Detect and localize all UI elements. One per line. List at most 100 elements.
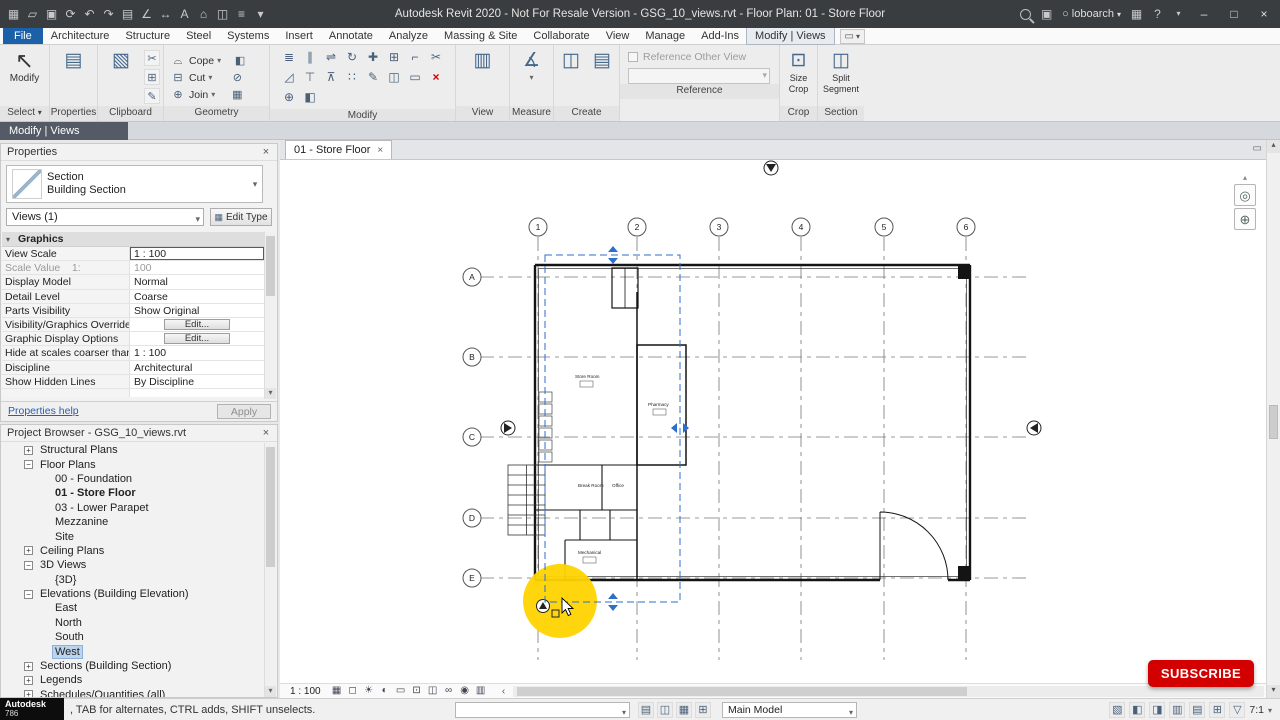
help-icon[interactable]: ? [1148,3,1167,25]
panel-label-properties[interactable]: Properties [50,106,97,121]
scrollbar-thumb[interactable] [266,447,275,567]
array-icon[interactable]: ∷ [342,68,362,87]
duplicate-view-button[interactable]: ◫ [557,49,585,73]
tab-insert[interactable]: Insert [277,28,321,44]
offset-icon[interactable]: ∥ [300,48,320,67]
vertical-scrollbar[interactable]: ▴ ▾ [1266,140,1280,698]
vscroll-thumb[interactable] [1269,405,1278,439]
visual-style-icon[interactable]: ◻ [345,684,361,698]
discipline-value[interactable]: Architectural [130,361,264,374]
shadows-icon[interactable]: ◐ [377,684,393,698]
scroll-down-icon[interactable]: ▾ [265,388,276,399]
reveal-hidden-elements-icon[interactable]: ◉ [457,684,473,698]
paint-icon[interactable]: ◧ [232,53,248,69]
split-segment-button[interactable]: ◫ Split Segment [820,49,862,95]
scrollbar-thumb[interactable] [266,236,275,296]
room-tags[interactable]: Store Room Pharmacy Break Room Office Me… [575,374,669,564]
tree-item-3d-views[interactable]: −3D Views [1,558,264,572]
crop-region[interactable] [544,246,689,611]
scale-icon[interactable]: ◿ [279,68,299,87]
detail-level-icon[interactable]: ▦ [329,684,345,698]
design-options-icon[interactable]: ▦ [676,702,692,718]
crop-view-icon[interactable]: ⊡ [409,684,425,698]
text-icon[interactable]: A [175,3,194,25]
scroll-down-icon[interactable]: ▾ [265,686,276,697]
tree-item-01-store-floor[interactable]: 01 - Store Floor [1,486,264,500]
display-model-value[interactable]: Normal [130,275,264,288]
temporary-view-properties-icon[interactable]: ▥ [473,684,489,698]
help-caret-icon[interactable]: ▾ [1169,3,1188,25]
group-graphics[interactable]: ▾ Graphics [2,232,264,247]
sun-path-icon[interactable]: ☀ [361,684,377,698]
tree-item-north[interactable]: North [1,616,264,630]
maximize-button[interactable]: □ [1220,2,1248,26]
tree-item-west[interactable]: West [1,644,264,659]
floor-plan-drawing[interactable]: 1 2 3 4 5 6 A B C D E Store Room Pharmac… [280,160,1266,683]
print-icon[interactable]: ▤ [118,3,137,25]
tab-file[interactable]: File [3,28,43,44]
measure-icon[interactable]: ∠ [137,3,156,25]
app-menu-icon[interactable]: ▦ [4,3,23,25]
tree-item-floor-plans[interactable]: − Floor Plans [1,457,264,471]
unpin-icon[interactable]: ⊼ [321,68,341,87]
hscroll-left-icon[interactable]: ‹ [497,686,511,697]
elevation-markers[interactable] [500,160,1042,436]
tab-manage[interactable]: Manage [637,28,693,44]
demolish-tool-icon[interactable]: ▭ [405,68,425,87]
design-option-combobox[interactable]: Main Model ▾ [722,702,857,718]
drawing-area[interactable]: 1 2 3 4 5 6 A B C D E Store Room Pharmac… [280,160,1266,683]
panel-label-geometry[interactable]: Geometry [164,106,269,121]
split-face-icon[interactable]: ▦ [229,87,245,103]
paste-button[interactable]: ▧ [101,49,141,73]
navbar-collapse-icon[interactable]: ▴ [1243,174,1247,182]
minimize-button[interactable]: – [1190,2,1218,26]
trim-extend-icon[interactable]: ⌐ [405,48,425,67]
sync-icon[interactable]: ⟳ [61,3,80,25]
apply-button[interactable]: Apply [217,404,271,419]
select-underlay-icon[interactable]: ▤ [1189,702,1206,718]
section-icon[interactable]: ◫ [213,3,232,25]
match-icon[interactable]: ✎ [363,68,383,87]
type-selector[interactable]: Section Building Section ▾ [6,165,263,203]
tree-item-schedules[interactable]: + Schedules/Quantities (all) [1,688,264,697]
panel-label-modify[interactable]: Modify [270,109,455,121]
rendering-dialog-icon[interactable]: ▭ [393,684,409,698]
communication-center-icon[interactable]: ▣ [1037,3,1056,25]
tree-item-00-foundation[interactable]: 00 - Foundation [1,472,264,486]
tab-view[interactable]: View [598,28,638,44]
close-button[interactable]: × [1250,2,1278,26]
reference-view-combobox[interactable]: ▾ [628,68,770,84]
properties-header[interactable]: Properties × [1,144,277,161]
visibility-overrides-edit-button[interactable]: Edit... [164,318,230,330]
ribbon-display-toggle[interactable]: ▭ ▾ [839,29,866,44]
project-browser-close-icon[interactable]: × [259,425,273,441]
undo-icon[interactable]: ↶ [80,3,99,25]
delete-icon[interactable]: × [426,68,446,87]
join-tool-icon[interactable]: ⊕ [279,88,299,107]
tab-add-ins[interactable]: Add-Ins [693,28,747,44]
gray-inactive-worksets-icon[interactable]: ◫ [657,702,673,718]
copy-tool-icon[interactable]: ⊞ [384,48,404,67]
select-pinned-icon[interactable]: ⊞ [1209,702,1226,718]
project-browser-header[interactable]: Project Browser - GSG_10_views.rvt × [1,425,277,442]
tree-item-elevations[interactable]: − Elevations (Building Elevation) [1,587,264,601]
view-scale-button[interactable]: 1 : 100 [280,686,329,697]
pin-icon[interactable]: ⊤ [300,68,320,87]
mirror-icon[interactable]: ⇌ [321,48,341,67]
join-geometry-button[interactable]: ⊕ Join ▾ ▦ [170,86,245,103]
move-icon[interactable]: ✚ [363,48,383,67]
properties-help-link[interactable]: Properties help [8,405,79,417]
panel-label-crop[interactable]: Crop [780,106,817,121]
cut-geometry-button[interactable]: ⊟ Cut ▾ ⊘ [170,69,245,86]
vscroll-down-icon[interactable]: ▾ [1267,685,1280,698]
hscroll-thumb[interactable] [516,686,968,696]
worksharing-display-icon[interactable]: ◧ [1129,702,1146,718]
browser-scrollbar[interactable]: ▾ [264,443,276,697]
tab-annotate[interactable]: Annotate [321,28,381,44]
panel-label-clipboard[interactable]: Clipboard [98,106,163,121]
tree-item-south[interactable]: South [1,630,264,644]
tree-item-structural-plans[interactable]: + Structural Plans [1,443,264,457]
panel-label-select[interactable]: Select ▾ [0,106,49,121]
subscribe-button[interactable]: SUBSCRIBE [1148,660,1254,687]
thin-lines-icon[interactable]: ≡ [232,3,251,25]
